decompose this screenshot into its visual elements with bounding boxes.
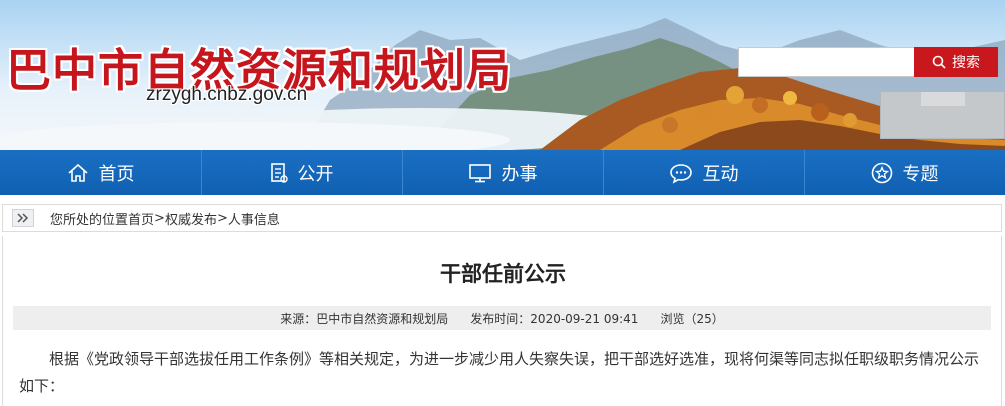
- article-container: 干部任前公示 来源：巴中市自然资源和规划局 发布时间：2020-09-21 09…: [2, 236, 1002, 406]
- monitor-icon: [468, 163, 491, 182]
- nav-item-label: 公开: [297, 163, 334, 185]
- nav-item-label: 首页: [98, 163, 135, 185]
- nav-item-service[interactable]: 办事: [402, 150, 603, 195]
- article-body: 根据《党政领导干部选拔任用工作条例》等相关规定，为进一步减少用人失察失误，把干部…: [19, 350, 980, 395]
- double-chevron-right-icon: [12, 209, 34, 227]
- article-publish-time: 发布时间：2020-09-21 09:41: [470, 311, 639, 326]
- nav-item-home[interactable]: 首页: [0, 150, 201, 195]
- search-button[interactable]: 搜索: [914, 47, 998, 77]
- article-source: 来源：巴中市自然资源和规划局: [280, 311, 449, 326]
- search-button-label: 搜索: [952, 55, 980, 71]
- placeholder-image: [880, 91, 1005, 139]
- search-icon: [932, 55, 946, 69]
- breadcrumb-separator: >: [216, 210, 228, 226]
- nav-item-label: 互动: [702, 163, 739, 185]
- breadcrumb-link-personnel[interactable]: 人事信息: [228, 209, 280, 228]
- nav-item-label: 办事: [501, 163, 538, 185]
- article-view-count: 浏览（25）: [660, 311, 724, 326]
- breadcrumb: 您所处的位置 首页 > 权威发布 > 人事信息: [2, 204, 1002, 232]
- main-nav: 首页 公开 办事 互动 专题: [0, 150, 1005, 195]
- star-icon: [871, 162, 892, 183]
- nav-item-interaction[interactable]: 互动: [603, 150, 804, 195]
- nav-item-topics[interactable]: 专题: [804, 150, 1005, 195]
- breadcrumb-separator: >: [154, 210, 165, 226]
- nav-item-label: 专题: [902, 163, 939, 185]
- breadcrumb-link-releases[interactable]: 权威发布: [165, 209, 217, 228]
- nav-item-public[interactable]: 公开: [201, 150, 402, 195]
- search-input[interactable]: [738, 47, 914, 77]
- document-icon: [270, 162, 288, 183]
- breadcrumb-prefix: 您所处的位置: [50, 212, 129, 228]
- article-meta: 来源：巴中市自然资源和规划局 发布时间：2020-09-21 09:41 浏览（…: [13, 306, 991, 330]
- site-domain: zrzygh.cnbz.gov.cn: [146, 84, 308, 105]
- chat-icon: [669, 163, 692, 184]
- site-banner: 巴中市自然资源和规划局 zrzygh.cnbz.gov.cn 搜索: [0, 0, 1005, 150]
- breadcrumb-link-home[interactable]: 首页: [128, 209, 154, 228]
- article-title: 干部任前公示: [440, 262, 566, 286]
- home-icon: [67, 163, 88, 182]
